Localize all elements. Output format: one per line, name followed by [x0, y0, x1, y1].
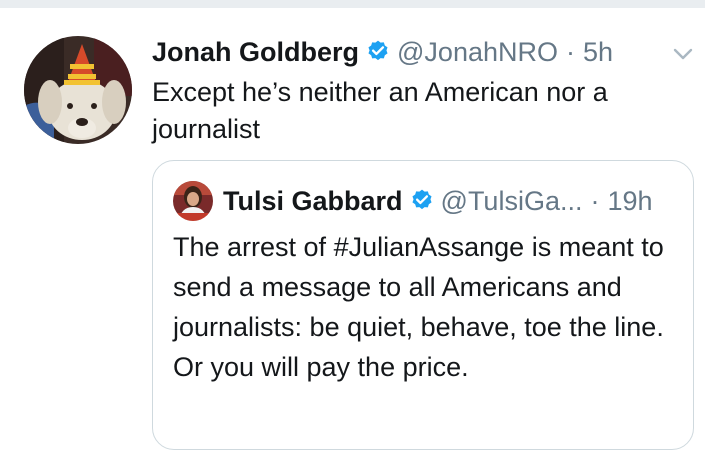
- quoted-author-handle: @TulsiGa...: [440, 185, 583, 216]
- tweet-text: Except he’s neither an American nor a jo…: [152, 77, 608, 144]
- separator-dot: ·: [590, 185, 600, 216]
- quoted-tweet[interactable]: Tulsi Gabbard @TulsiGa... · 19h The arre…: [152, 160, 694, 450]
- quoted-timestamp: 19h: [607, 185, 653, 216]
- quoted-author-name: Tulsi Gabbard: [223, 185, 403, 216]
- author-handle[interactable]: @JonahNRO: [397, 37, 558, 68]
- chevron-down-icon[interactable]: [671, 42, 695, 66]
- quoted-tweet-text: The arrest of #JulianAssange is meant to…: [173, 232, 664, 382]
- timestamp[interactable]: 5h: [583, 37, 613, 68]
- quoted-tweet-header: Tulsi Gabbard @TulsiGa... · 19h: [173, 179, 653, 223]
- person-avatar-icon: [173, 181, 213, 221]
- tweet[interactable]: Jonah Goldberg @JonahNRO · 5h Except he’…: [0, 8, 705, 450]
- verified-badge-icon: [411, 189, 432, 210]
- tweet-header: Jonah Goldberg @JonahNRO · 5h: [152, 32, 613, 72]
- quoted-avatar: [173, 181, 213, 221]
- dog-avatar-image: [24, 36, 132, 144]
- verified-badge-icon: [368, 40, 388, 61]
- author-name[interactable]: Jonah Goldberg: [152, 37, 359, 68]
- top-divider: [0, 0, 705, 8]
- separator-dot: ·: [566, 36, 575, 67]
- avatar[interactable]: [24, 36, 132, 144]
